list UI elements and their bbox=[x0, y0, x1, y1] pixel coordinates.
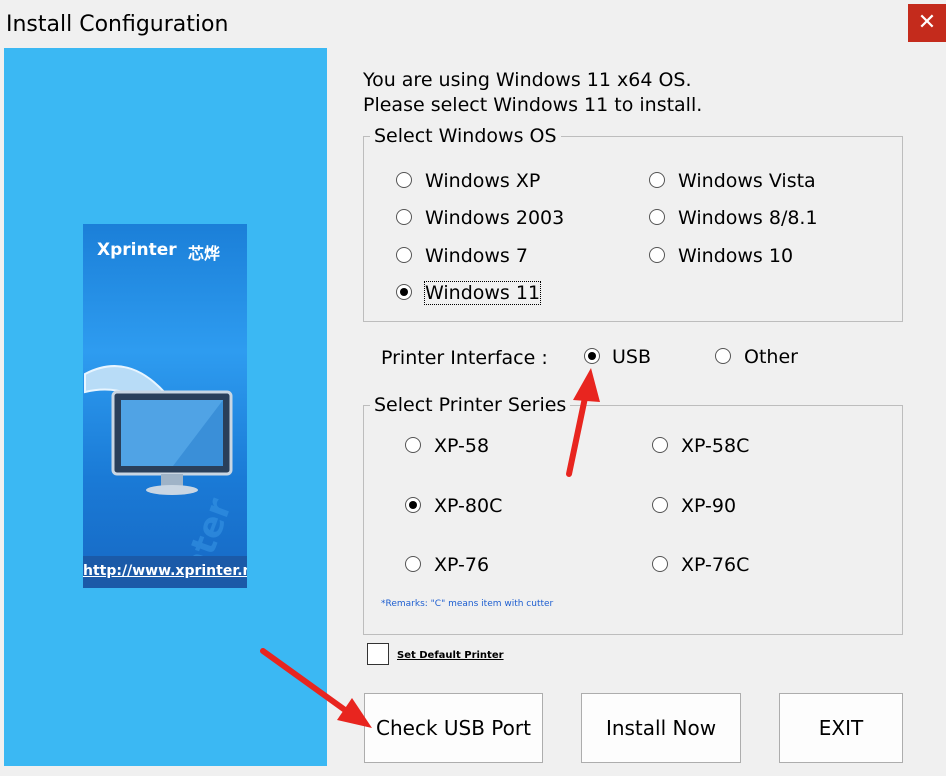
radio-xp-58[interactable] bbox=[405, 437, 421, 453]
radio-xp-76[interactable] bbox=[405, 556, 421, 572]
radio-label-xp-58c[interactable]: XP-58C bbox=[681, 435, 749, 457]
exit-button[interactable]: EXIT bbox=[779, 693, 903, 763]
radio-label-windows-10[interactable]: Windows 10 bbox=[678, 245, 793, 267]
close-icon[interactable]: ✕ bbox=[908, 4, 946, 42]
install-now-button[interactable]: Install Now bbox=[581, 693, 741, 763]
radio-xp-76c[interactable] bbox=[652, 556, 668, 572]
monitor-install-icon: rinter bbox=[84, 365, 240, 588]
xprinter-banner: Xprinter 芯烨 rinter http://www.xprinter.n… bbox=[83, 224, 247, 588]
radio-windows-10[interactable] bbox=[649, 247, 665, 263]
radio-windows-11[interactable] bbox=[396, 284, 412, 300]
radio-label-windows-8[interactable]: Windows 8/8.1 bbox=[678, 207, 818, 229]
series-group-legend: Select Printer Series bbox=[370, 394, 571, 416]
radio-windows-2003[interactable] bbox=[396, 209, 412, 225]
radio-other[interactable] bbox=[715, 348, 731, 364]
radio-xp-90[interactable] bbox=[652, 497, 668, 513]
os-group-legend: Select Windows OS bbox=[370, 125, 561, 147]
os-detect-message: You are using Windows 11 x64 OS. bbox=[363, 69, 692, 91]
radio-windows-7[interactable] bbox=[396, 247, 412, 263]
printer-interface-label: Printer Interface : bbox=[381, 347, 548, 369]
radio-label-windows-11[interactable]: Windows 11 bbox=[423, 281, 542, 305]
radio-windows-vista[interactable] bbox=[649, 172, 665, 188]
radio-windows-8[interactable] bbox=[649, 209, 665, 225]
radio-label-xp-76c[interactable]: XP-76C bbox=[681, 554, 749, 576]
radio-label-xp-80c[interactable]: XP-80C bbox=[434, 495, 502, 517]
radio-label-windows-2003[interactable]: Windows 2003 bbox=[425, 207, 564, 229]
radio-label-windows-vista[interactable]: Windows Vista bbox=[678, 170, 816, 192]
radio-label-xp-58[interactable]: XP-58 bbox=[434, 435, 489, 457]
radio-xp-80c[interactable] bbox=[405, 497, 421, 513]
website-link[interactable]: http://www.xprinter.net bbox=[83, 556, 247, 588]
radio-label-xp-90[interactable]: XP-90 bbox=[681, 495, 736, 517]
window-title: Install Configuration bbox=[6, 12, 229, 37]
cutter-remark: *Remarks: "C" means item with cutter bbox=[381, 599, 554, 609]
set-default-printer-checkbox[interactable] bbox=[367, 643, 389, 665]
radio-label-windows-xp[interactable]: Windows XP bbox=[425, 170, 540, 192]
radio-xp-58c[interactable] bbox=[652, 437, 668, 453]
check-usb-port-button[interactable]: Check USB Port bbox=[364, 693, 543, 763]
radio-label-windows-7[interactable]: Windows 7 bbox=[425, 245, 528, 267]
title-bar: Install Configuration ✕ bbox=[0, 0, 946, 48]
radio-label-xp-76[interactable]: XP-76 bbox=[434, 554, 489, 576]
radio-usb[interactable] bbox=[584, 348, 600, 364]
radio-windows-xp[interactable] bbox=[396, 172, 412, 188]
radio-label-usb[interactable]: USB bbox=[612, 346, 651, 368]
os-select-hint: Please select Windows 11 to install. bbox=[363, 94, 703, 116]
radio-label-other[interactable]: Other bbox=[744, 346, 798, 368]
set-default-printer-label[interactable]: Set Default Printer bbox=[397, 650, 504, 661]
